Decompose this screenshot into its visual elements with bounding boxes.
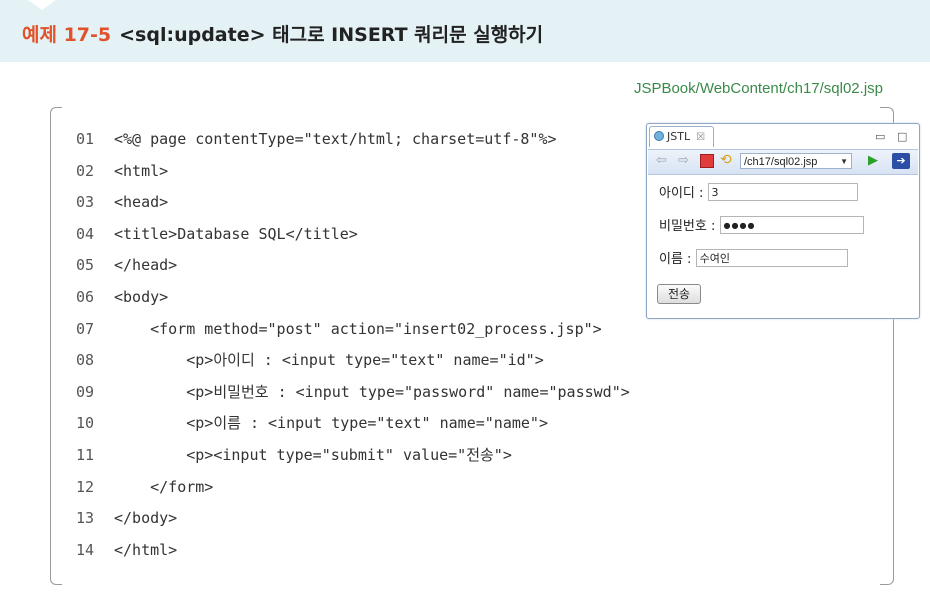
code-text: <form method="post" action="insert02_pro… — [114, 319, 602, 338]
code-line: 05 </head> — [76, 255, 630, 287]
code-text: <body> — [114, 287, 169, 306]
password-row: 비밀번호 : ●●●● — [659, 215, 864, 234]
tab-label: JSTL — [667, 130, 691, 143]
code-listing: 01 <%@ page contentType="text/html; chars… — [76, 129, 630, 571]
minimize-icon[interactable]: ▭ — [875, 130, 885, 143]
code-text: </form> — [114, 477, 214, 496]
code-text: <p><input type="submit" value="전송"> — [114, 445, 512, 464]
stop-icon[interactable] — [700, 154, 714, 168]
code-line: 01 <%@ page contentType="text/html; chars… — [76, 129, 630, 161]
line-number: 12 — [76, 477, 95, 496]
code-line: 12 </form> — [76, 477, 630, 509]
chevron-down-icon[interactable]: ▼ — [840, 154, 848, 170]
line-number: 04 — [76, 224, 95, 243]
close-icon[interactable]: ☒ — [696, 132, 705, 143]
line-number: 05 — [76, 256, 95, 275]
name-row: 이름 : 수여인 — [659, 248, 848, 267]
line-number: 08 — [76, 351, 95, 370]
password-label: 비밀번호 : — [659, 219, 716, 234]
id-row: 아이디 : 3 — [659, 182, 858, 201]
line-number: 11 — [76, 445, 95, 464]
line-number: 13 — [76, 509, 95, 528]
code-line: 11 <p><input type="submit" value="전송"> — [76, 445, 630, 477]
password-input[interactable]: ●●●● — [719, 215, 864, 234]
header-notch — [28, 0, 56, 10]
code-text: <html> — [114, 161, 169, 180]
example-title: 예제 17-5 <sql:update> 태그로 INSERT 쿼리문 실행하기 — [22, 20, 543, 47]
code-text: </head> — [114, 256, 178, 275]
browser-window: JSTL ☒ ▭ □ ⇦ ⇨ ⟲ /ch17/sql02.jsp ▼ ▶ ➔ 아이… — [646, 123, 920, 319]
refresh-icon[interactable]: ⟲ — [720, 152, 732, 168]
maximize-icon[interactable]: □ — [897, 130, 907, 143]
code-text: <%@ page contentType="text/html; charset… — [114, 130, 557, 148]
code-text: <p>비밀번호 : <input type="password" name="p… — [114, 382, 630, 401]
external-browser-icon[interactable]: ➔ — [892, 153, 910, 169]
code-line: 07 <form method="post" action="insert02_… — [76, 319, 630, 351]
code-text: </body> — [114, 509, 178, 528]
back-arrow-icon[interactable]: ⇦ — [656, 153, 667, 168]
submit-button[interactable]: 전송 — [657, 284, 702, 304]
code-line: 10 <p>이름 : <input type="text" name="name… — [76, 413, 630, 445]
code-line: 09 <p>비밀번호 : <input type="password" name… — [76, 382, 630, 414]
line-number: 01 — [76, 130, 95, 148]
file-path: JSPBook/WebContent/ch17/sql02.jsp — [633, 80, 883, 97]
code-text: <p>이름 : <input type="text" name="name"> — [114, 414, 548, 433]
code-line: 02 <html> — [76, 161, 630, 193]
code-line: 14 </html> — [76, 540, 630, 572]
line-number: 06 — [76, 287, 95, 306]
name-label: 이름 : — [659, 252, 692, 267]
id-label: 아이디 : — [659, 186, 704, 201]
line-number: 07 — [76, 319, 95, 338]
line-number: 14 — [76, 540, 95, 559]
line-number: 09 — [76, 382, 95, 401]
code-line: 03 <head> — [76, 192, 630, 224]
forward-arrow-icon[interactable]: ⇨ — [678, 153, 689, 168]
example-header: 예제 17-5 <sql:update> 태그로 INSERT 쿼리문 실행하기 — [0, 0, 930, 62]
example-title-text: <sql:update> 태그로 INSERT 쿼리문 실행하기 — [119, 24, 544, 46]
code-line: 08 <p>아이디 : <input type="text" name="id"… — [76, 350, 630, 382]
code-text: <title>Database SQL</title> — [114, 224, 358, 243]
code-line: 13 </body> — [76, 508, 630, 540]
tab-jstl[interactable]: JSTL ☒ — [649, 126, 715, 147]
browser-toolbar: ⇦ ⇨ ⟲ /ch17/sql02.jsp ▼ ▶ ➔ — [648, 149, 918, 175]
id-input[interactable]: 3 — [707, 182, 858, 201]
code-text: </html> — [114, 540, 178, 559]
line-number: 10 — [76, 414, 95, 433]
line-number: 02 — [76, 161, 95, 180]
line-number: 03 — [76, 193, 95, 212]
go-icon[interactable]: ▶ — [868, 153, 878, 168]
url-field[interactable]: /ch17/sql02.jsp ▼ — [740, 153, 852, 169]
code-line: 06 <body> — [76, 287, 630, 319]
name-input[interactable]: 수여인 — [695, 248, 848, 267]
example-number: 예제 17-5 — [22, 24, 112, 46]
url-text: /ch17/sql02.jsp — [744, 156, 818, 168]
globe-icon — [654, 131, 664, 141]
code-text: <p>아이디 : <input type="text" name="id"> — [114, 351, 544, 370]
code-line: 04 <title>Database SQL</title> — [76, 224, 630, 256]
code-text: <head> — [114, 193, 169, 212]
